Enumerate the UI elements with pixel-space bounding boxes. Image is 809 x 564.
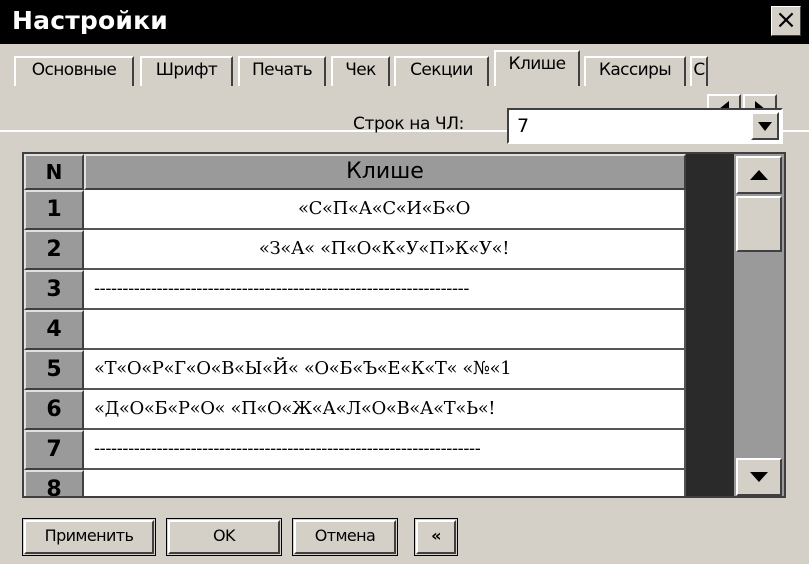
tab-sections[interactable]: Секции <box>394 56 489 86</box>
row-text[interactable]: «С«П«А«С«И«Б«О <box>84 190 686 230</box>
title-bar: Настройки × <box>0 0 809 44</box>
vertical-scrollbar[interactable] <box>734 154 784 496</box>
window-title: Настройки <box>12 6 168 35</box>
tab-label: Секции <box>410 60 473 80</box>
row-text[interactable]: ----------------------------------------… <box>84 270 686 310</box>
row-text[interactable]: «Т«О«Р«Г«О«В«Ы«Й« «О«Б«Ъ«Е«К«Т« «№«1 <box>84 350 686 390</box>
table-row[interactable]: 3 --------------------------------------… <box>24 270 734 310</box>
triangle-up-icon <box>750 170 768 180</box>
row-text[interactable] <box>84 310 686 350</box>
row-number: 6 <box>24 390 84 430</box>
table-row[interactable]: 1 «С«П«А«С«И«Б«О <box>24 190 734 230</box>
triangle-down-icon <box>750 472 768 482</box>
scroll-thumb[interactable] <box>736 196 782 252</box>
tab-label: Кассиры <box>598 60 672 80</box>
scroll-up-button[interactable] <box>736 156 782 194</box>
tab-label: Печать <box>251 60 313 80</box>
ok-button[interactable]: OK <box>166 518 282 556</box>
table-row[interactable]: 8 <box>24 470 734 496</box>
row-number: 5 <box>24 350 84 390</box>
tab-label: Шрифт <box>155 60 218 80</box>
tab-cashiers[interactable]: Кассиры <box>584 56 686 86</box>
table-row[interactable]: 2 «З«А« «П«О«К«У«П»К«У«! <box>24 230 734 270</box>
row-number: 8 <box>24 470 84 496</box>
tab-label: Чек <box>345 60 376 80</box>
lines-per-cl-label: Строк на ЧЛ: <box>353 114 464 134</box>
tab-receipt[interactable]: Чек <box>331 56 390 86</box>
tab-main[interactable]: Основные <box>14 56 134 86</box>
tab-cliche[interactable]: Клише <box>494 50 580 86</box>
cancel-button[interactable]: Отмена <box>292 518 398 556</box>
tab-strip: Основные Шрифт Печать Чек Секции Клише К… <box>0 44 809 132</box>
cliche-grid: N Клише 1 «С«П«А«С«И«Б«О 2 «З«А« «П«О«К«… <box>22 152 786 498</box>
tab-label: Клише <box>508 54 567 74</box>
table-row[interactable]: 5 «Т«О«Р«Г«О«В«Ы«Й« «О«Б«Ъ«Е«К«Т« «№«1 <box>24 350 734 390</box>
tab-label: С <box>693 60 705 80</box>
tab-print[interactable]: Печать <box>238 56 326 86</box>
table-row[interactable]: 6 «Д«О«Б«Р«О« «П«О«Ж«А«Л«О«В«А«Т«Ь«! <box>24 390 734 430</box>
scroll-down-button[interactable] <box>736 458 782 496</box>
row-number: 2 <box>24 230 84 270</box>
row-number: 3 <box>24 270 84 310</box>
apply-button[interactable]: Применить <box>22 518 156 556</box>
table-row[interactable]: 4 <box>24 310 734 350</box>
lines-per-cl-value: 7 <box>517 115 530 137</box>
row-number: 1 <box>24 190 84 230</box>
row-text[interactable]: ----------------------------------------… <box>84 430 686 470</box>
close-button[interactable]: × <box>771 6 801 36</box>
column-header-cliche: Клише <box>84 154 686 190</box>
tab-label: Основные <box>31 60 117 80</box>
triangle-down-icon <box>758 122 772 131</box>
row-number: 4 <box>24 310 84 350</box>
table-row[interactable]: 7 --------------------------------------… <box>24 430 734 470</box>
row-number: 7 <box>24 430 84 470</box>
row-text[interactable]: «З«А« «П«О«К«У«П»К«У«! <box>84 230 686 270</box>
column-header-n: N <box>24 154 84 190</box>
row-text[interactable] <box>84 470 686 496</box>
row-text[interactable]: «Д«О«Б«Р«О« «П«О«Ж«А«Л«О«В«А«Т«Ь«! <box>84 390 686 430</box>
tab-partial[interactable]: С <box>690 56 708 86</box>
combo-dropdown-button[interactable] <box>751 112 779 140</box>
tab-font[interactable]: Шрифт <box>140 56 233 86</box>
collapse-button[interactable]: « <box>414 518 458 556</box>
lines-per-cl-combo[interactable]: 7 <box>507 108 783 144</box>
